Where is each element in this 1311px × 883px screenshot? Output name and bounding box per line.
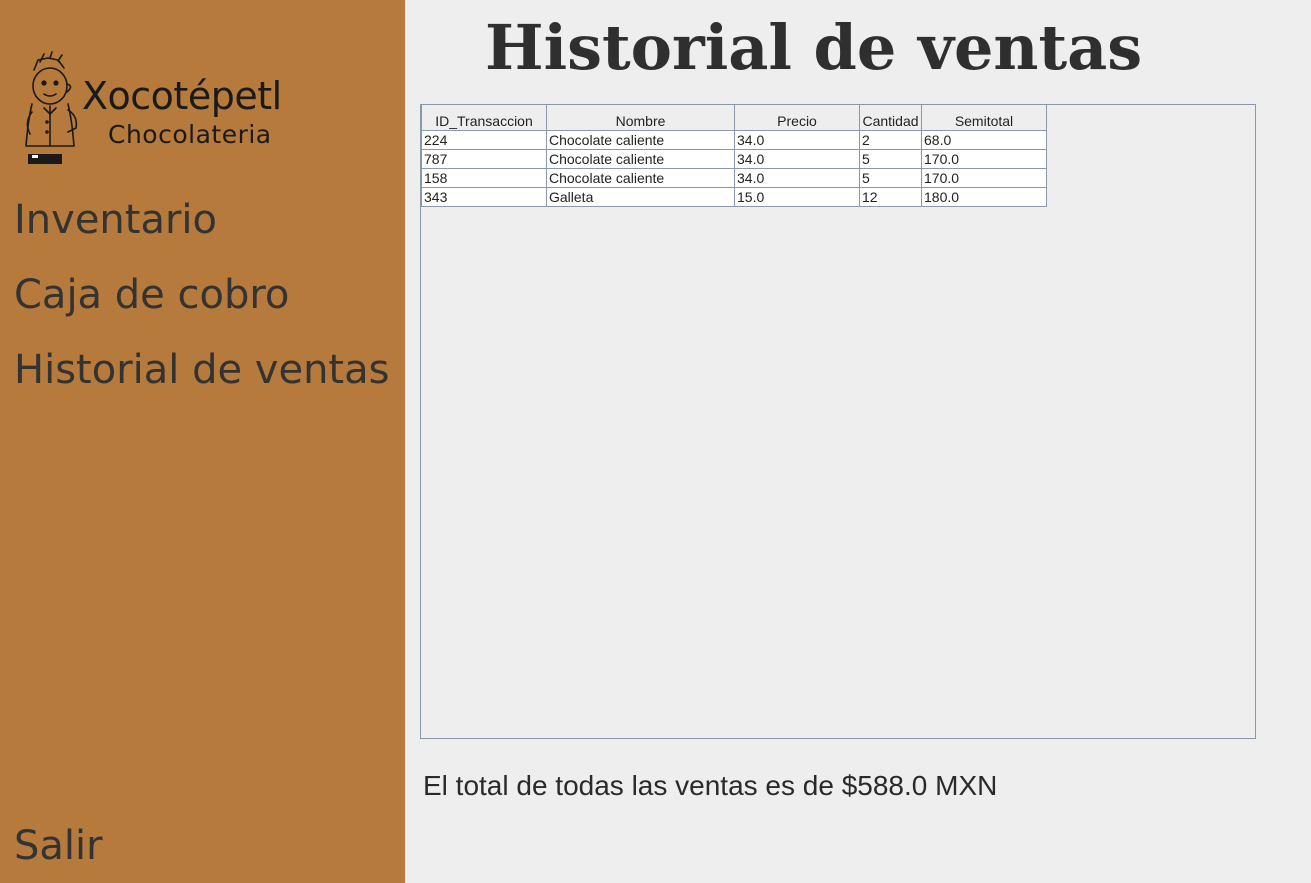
- app-window: Xocotépetl Chocolateria Inventario Caja …: [0, 0, 1311, 883]
- brand-subtitle: Chocolateria: [108, 120, 272, 149]
- sidebar: Xocotépetl Chocolateria Inventario Caja …: [0, 0, 405, 883]
- page-title: Historial de ventas: [485, 11, 1143, 84]
- nav-salir[interactable]: Salir: [14, 826, 103, 866]
- table-row[interactable]: 343 Galleta 15.0 12 180.0: [421, 187, 1047, 207]
- brand-title: Xocotépetl: [82, 74, 282, 118]
- brand-logo: Xocotépetl Chocolateria: [18, 50, 328, 170]
- table-cell[interactable]: 787: [421, 149, 547, 169]
- nav-historial-de-ventas[interactable]: Historial de ventas: [14, 350, 389, 390]
- column-header-semitotal[interactable]: Semitotal: [921, 105, 1047, 131]
- table-cell[interactable]: 343: [421, 187, 547, 207]
- table-cell[interactable]: 224: [421, 130, 547, 150]
- nav-inventario[interactable]: Inventario: [14, 200, 217, 240]
- table-cell[interactable]: 5: [859, 168, 922, 188]
- table-row[interactable]: 224 Chocolate caliente 34.0 2 68.0: [421, 130, 1047, 150]
- mascot-figure-icon: [25, 51, 78, 164]
- table-cell[interactable]: 180.0: [921, 187, 1047, 207]
- table-row[interactable]: 158 Chocolate caliente 34.0 5 170.0: [421, 168, 1047, 188]
- table-cell[interactable]: 34.0: [734, 130, 860, 150]
- table-cell[interactable]: 158: [421, 168, 547, 188]
- column-header-nombre[interactable]: Nombre: [546, 105, 735, 131]
- table-cell[interactable]: 68.0: [921, 130, 1047, 150]
- table-row[interactable]: 787 Chocolate caliente 34.0 5 170.0: [421, 149, 1047, 169]
- table-cell[interactable]: 170.0: [921, 168, 1047, 188]
- table-cell[interactable]: Chocolate caliente: [546, 168, 735, 188]
- column-header-cantidad[interactable]: Cantidad: [859, 105, 922, 131]
- table-cell[interactable]: Chocolate caliente: [546, 149, 735, 169]
- table-cell[interactable]: Chocolate caliente: [546, 130, 735, 150]
- table-cell[interactable]: Galleta: [546, 187, 735, 207]
- table-cell[interactable]: 34.0: [734, 168, 860, 188]
- table-cell[interactable]: 2: [859, 130, 922, 150]
- column-header-id-transaccion[interactable]: ID_Transaccion: [421, 105, 547, 131]
- table-cell[interactable]: 12: [859, 187, 922, 207]
- sales-table-scroll-pane[interactable]: ID_Transaccion Nombre Precio Cantidad Se…: [420, 104, 1256, 739]
- table-cell[interactable]: 15.0: [734, 187, 860, 207]
- sales-table[interactable]: ID_Transaccion Nombre Precio Cantidad Se…: [421, 105, 1047, 207]
- nav-caja-de-cobro[interactable]: Caja de cobro: [14, 275, 289, 315]
- sales-total-label: El total de todas las ventas es de $588.…: [423, 770, 998, 801]
- table-cell[interactable]: 34.0: [734, 149, 860, 169]
- table-header-row: ID_Transaccion Nombre Precio Cantidad Se…: [421, 105, 1047, 131]
- table-cell[interactable]: 170.0: [921, 149, 1047, 169]
- column-header-precio[interactable]: Precio: [734, 105, 860, 131]
- table-cell[interactable]: 5: [859, 149, 922, 169]
